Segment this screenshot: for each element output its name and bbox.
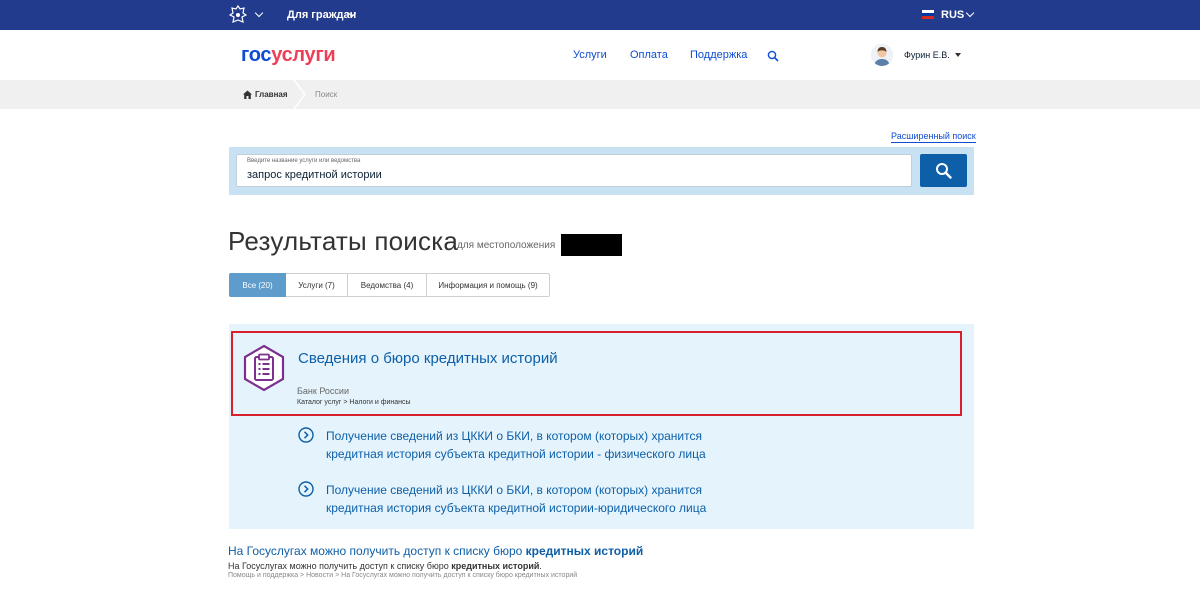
search-input-value[interactable]: запрос кредитной истории [247,169,382,181]
tab-all[interactable]: Все (20) [229,273,286,297]
sub-service-link-legal-entity[interactable]: Получение сведений из ЦККИ о БКИ, в кото… [326,481,756,517]
top-bar: Для граждан RUS [0,0,1200,30]
news-desc-highlight: кредитных историй [451,561,540,571]
coat-of-arms-icon[interactable] [229,5,247,25]
caret-down-icon[interactable] [955,53,961,57]
tab-departments[interactable]: Ведомства (4) [348,273,427,297]
advanced-search-link[interactable]: Расширенный поиск [891,131,976,143]
nav-services[interactable]: Услуги [573,49,607,61]
tab-info-help[interactable]: Информация и помощь (9) [427,273,550,297]
nav-support[interactable]: Поддержка [690,49,747,61]
gosuslugi-logo[interactable]: госуслуги [241,44,336,67]
news-result-title-link[interactable]: На Госуслугах можно получить доступ к сп… [228,544,643,558]
logo-part-uslugi: услуги [271,44,336,66]
search-input-label: Введите название услуги или ведомства [247,158,361,164]
site-header: госуслуги Услуги Оплата Поддержка Фурин … [0,30,1200,80]
chevron-down-icon[interactable] [965,8,975,18]
breadcrumb: Главная Поиск [0,80,1200,109]
nav-payment[interactable]: Оплата [630,49,668,61]
search-button[interactable] [920,154,967,187]
redacted-location [561,234,622,256]
breadcrumb-separator [293,80,306,109]
news-title-text: На Госуслугах можно получить доступ к сп… [228,544,526,558]
result-title-link[interactable]: Сведения о бюро кредитных историй [298,350,558,367]
breadcrumb-home[interactable]: Главная [255,90,288,99]
user-name[interactable]: Фурин Е.В. [904,50,950,60]
chevron-circle-right-icon[interactable] [298,481,314,497]
chevron-circle-right-icon[interactable] [298,427,314,443]
news-desc-text: На Госуслугах можно получить доступ к сп… [228,561,452,571]
audience-selector[interactable]: Для граждан [287,9,356,21]
logo-part-gos: гос [241,44,272,66]
search-icon[interactable] [767,50,779,62]
chevron-down-icon[interactable] [254,8,264,18]
news-result-description: На Госуслугах можно получить доступ к сп… [228,561,542,571]
result-organization: Банк России [297,386,349,396]
search-panel: Введите название услуги или ведомства за… [229,147,974,195]
results-tabs: Все (20) Услуги (7) Ведомства (4) Информ… [229,273,550,297]
result-catalog-path[interactable]: Каталог услуг > Налоги и финансы [297,399,411,406]
sub-service-link-individual[interactable]: Получение сведений из ЦККИ о БКИ, в кото… [326,427,756,463]
language-selector[interactable]: RUS [941,9,964,21]
search-icon [936,163,952,179]
clipboard-list-icon [243,344,285,392]
news-title-highlight: кредитных историй [525,544,644,558]
russian-flag-icon [922,10,934,19]
location-label: для местоположения [457,240,556,251]
breadcrumb-current: Поиск [315,90,338,99]
user-avatar[interactable] [871,44,893,66]
tab-services[interactable]: Услуги (7) [286,273,348,297]
news-desc-end: . [539,561,542,571]
home-icon[interactable] [243,90,252,99]
search-input[interactable]: Введите название услуги или ведомства за… [236,154,912,187]
page-title: Результаты поиска [228,226,459,256]
news-result-path[interactable]: Помощь и поддержка > Новости > На Госусл… [228,572,577,579]
